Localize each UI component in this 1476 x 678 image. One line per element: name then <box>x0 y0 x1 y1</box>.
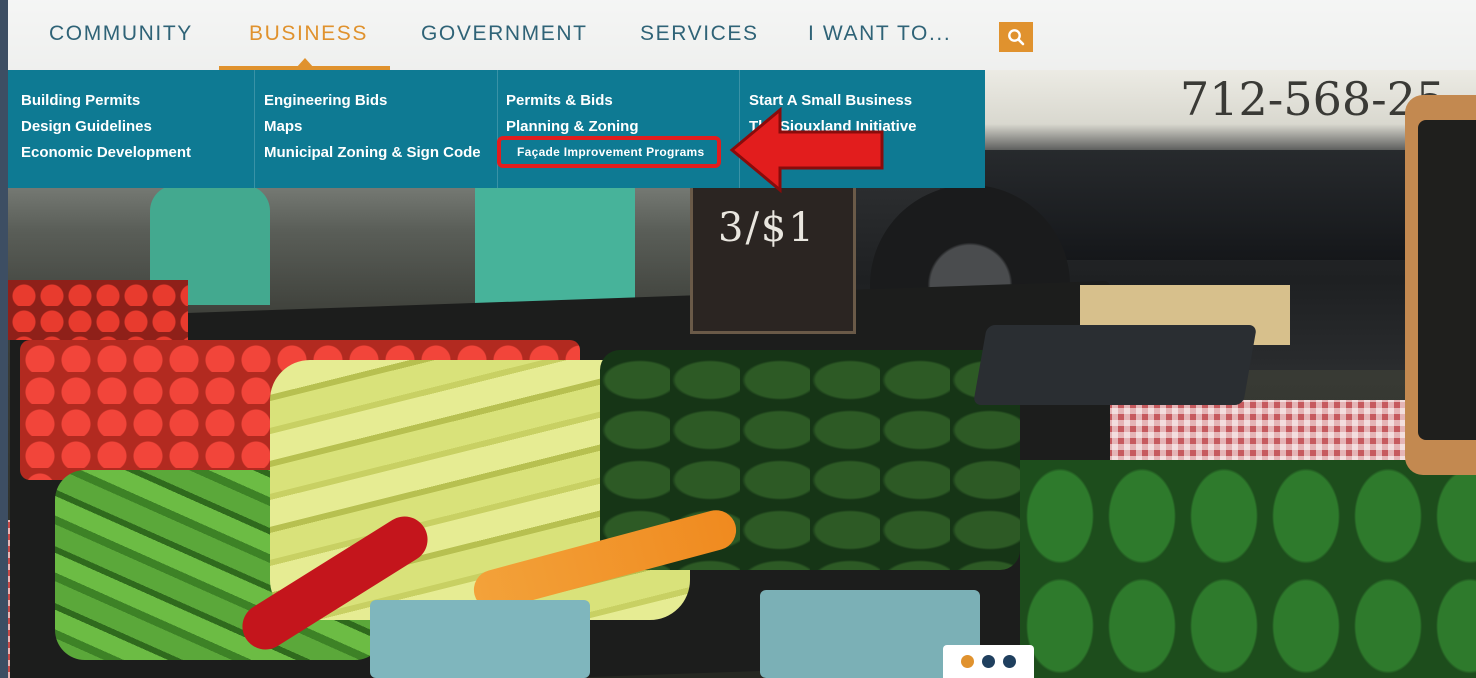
search-icon <box>1008 29 1025 46</box>
mega-menu-column-2: Engineering Bids Maps Municipal Zoning &… <box>254 70 498 188</box>
mega-menu-column-3: Permits & Bids Planning & Zoning <box>497 70 740 188</box>
hero-jalapenos <box>1020 460 1476 678</box>
hero-sign-board <box>1418 120 1476 440</box>
carousel-dot-1[interactable] <box>961 655 974 668</box>
carousel-dot-2[interactable] <box>982 655 995 668</box>
carousel-dot-3[interactable] <box>1003 655 1016 668</box>
menu-link-economic-development[interactable]: Economic Development <box>21 140 191 166</box>
active-nav-caret <box>296 58 314 68</box>
search-button[interactable] <box>999 22 1033 52</box>
nav-item-government[interactable]: GOVERNMENT <box>421 22 588 46</box>
top-navigation: COMMUNITY BUSINESS GOVERNMENT SERVICES I… <box>8 0 1476 70</box>
menu-link-engineering-bids[interactable]: Engineering Bids <box>264 88 481 114</box>
carousel-pagination <box>943 645 1034 678</box>
menu-link-municipal-zoning[interactable]: Municipal Zoning & Sign Code <box>264 140 481 166</box>
menu-link-facade-improvement[interactable]: Façade Improvement Programs <box>497 136 721 168</box>
window-left-edge <box>0 0 8 678</box>
nav-item-services[interactable]: SERVICES <box>640 22 759 46</box>
hero-chalkboard-text: 3/$1 <box>718 205 816 251</box>
page-viewport: 3/$1 712-568-25 COMMUNITY BUSINESS GOVER… <box>0 0 1476 678</box>
hero-chalkboard <box>690 178 856 334</box>
hero-tomatoes-back <box>8 280 188 340</box>
annotation-arrow-icon <box>729 106 884 194</box>
hero-scale <box>972 325 1258 405</box>
hero-basket <box>370 600 590 678</box>
nav-item-community[interactable]: COMMUNITY <box>49 22 193 46</box>
menu-link-permits-bids[interactable]: Permits & Bids <box>506 88 638 114</box>
menu-link-design-guidelines[interactable]: Design Guidelines <box>21 114 191 140</box>
menu-link-building-permits[interactable]: Building Permits <box>21 88 191 114</box>
nav-item-business[interactable]: BUSINESS <box>249 22 368 46</box>
nav-item-i-want-to[interactable]: I WANT TO... <box>808 22 951 46</box>
mega-menu-column-1: Building Permits Design Guidelines Econo… <box>8 70 255 188</box>
menu-link-maps[interactable]: Maps <box>264 114 481 140</box>
